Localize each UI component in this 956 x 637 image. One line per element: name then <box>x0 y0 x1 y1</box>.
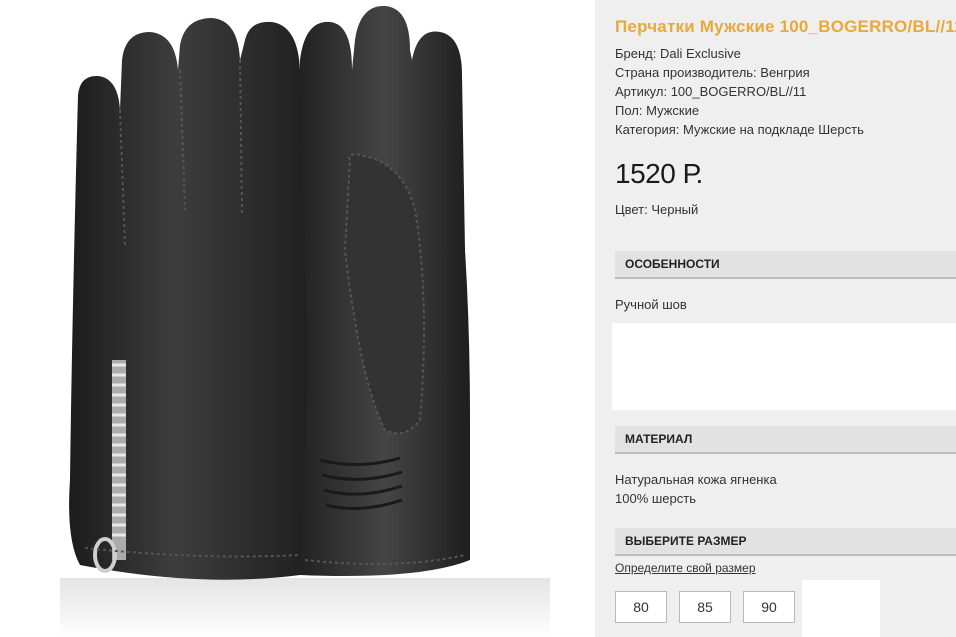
product-title: Перчатки Мужские 100_BOGERRO/BL//11 <box>615 17 956 36</box>
product-price: 1520 Р. <box>615 158 703 189</box>
size-option-80[interactable]: 80 <box>615 591 667 623</box>
product-attributes: Бренд: Dali Exclusive Страна производите… <box>615 44 864 139</box>
size-header: ВЫБЕРИТЕ РАЗМЕР <box>615 528 956 556</box>
material-line: 100% шерсть <box>615 491 696 506</box>
attribute-gender: Пол: Мужские <box>615 103 700 118</box>
size-guide-link[interactable]: Определите свой размер <box>615 561 756 575</box>
attribute-country: Страна производитель: Венгрия <box>615 65 810 80</box>
features-text: Ручной шов <box>615 297 687 312</box>
size-option-90[interactable]: 90 <box>743 591 795 623</box>
product-details: Перчатки Мужские 100_BOGERRO/BL//11 Брен… <box>595 0 956 637</box>
attribute-category: Категория: Мужские на подкладе Шерсть <box>615 122 864 137</box>
material-line: Натуральная кожа ягненка <box>615 472 777 487</box>
size-blank-area <box>802 580 880 637</box>
material-text: Натуральная кожа ягненка 100% шерсть <box>615 470 777 508</box>
product-image <box>0 0 595 637</box>
size-option-85[interactable]: 85 <box>679 591 731 623</box>
material-header: МАТЕРИАЛ <box>615 426 956 454</box>
attribute-brand: Бренд: Dali Exclusive <box>615 46 741 61</box>
attribute-sku: Артикул: 100_BOGERRO/BL//11 <box>615 84 807 99</box>
gloves-image <box>60 5 550 637</box>
features-header: ОСОБЕННОСТИ <box>615 251 956 279</box>
features-blank-area <box>612 323 956 410</box>
product-color: Цвет: Черный <box>615 202 699 217</box>
